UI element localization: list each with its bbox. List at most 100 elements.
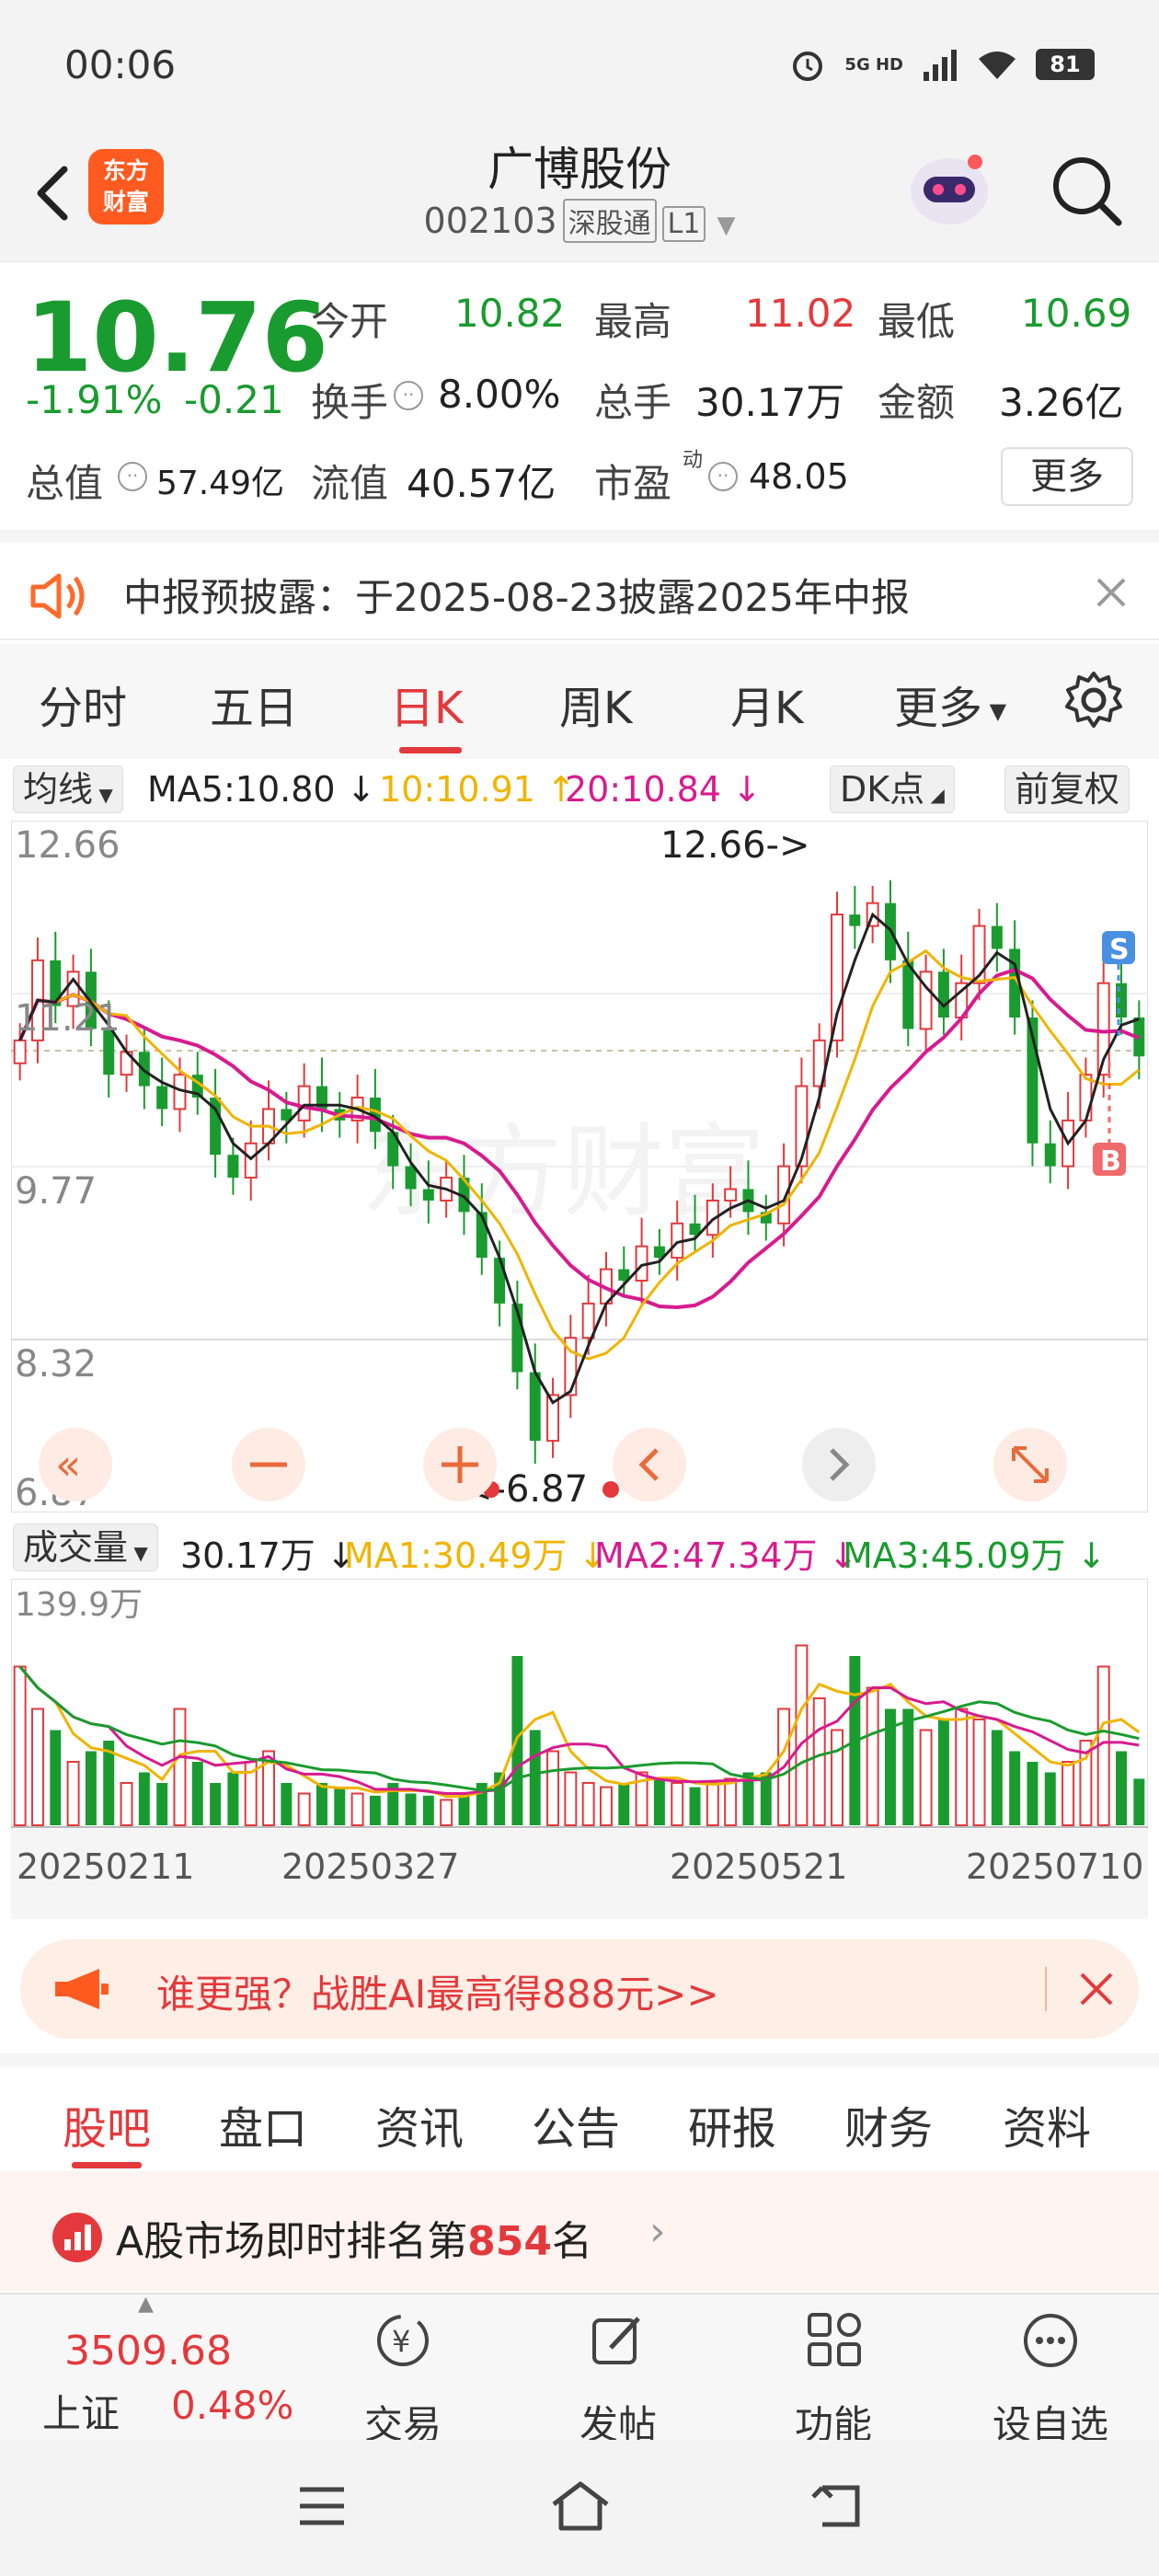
info-icon[interactable]: ··	[118, 462, 147, 491]
market-ranking[interactable]: A股市场即时排名第854名 ›	[0, 2171, 1159, 2291]
volume-ma3: MA3:45.09万 ↓	[843, 1535, 1107, 1576]
ma-legend: 均线 ▼ MA5:10.80 ↓ 10:10.91 ↑ 20:10.84 ↓ D…	[0, 762, 1159, 817]
high-value: 11.02	[745, 291, 856, 336]
home-icon[interactable]	[548, 2478, 613, 2534]
volume-bar	[866, 1686, 879, 1826]
svg-text:¥: ¥	[392, 2324, 410, 2359]
scroll-right-button[interactable]	[802, 1428, 876, 1501]
indicator-select[interactable]: 均线 ▼	[13, 765, 123, 813]
y-tick-2: 11.21	[15, 997, 120, 1040]
candle	[422, 1189, 434, 1201]
amount-label: 金额	[878, 380, 956, 425]
volume-chart[interactable]: 139.9万 20250211 20250327 20250521 202507…	[11, 1579, 1148, 1919]
megaphone-icon	[55, 1969, 109, 2009]
volume-bar	[173, 1708, 187, 1826]
index-name: 上证	[42, 2391, 120, 2436]
volume-bar	[972, 1719, 986, 1826]
volume-bar	[458, 1793, 470, 1825]
volume-bar	[831, 1729, 844, 1826]
ranking-prefix: A股市场即时排名第	[116, 2218, 468, 2265]
return-icon[interactable]	[809, 2480, 866, 2532]
double-left-icon: «	[55, 1440, 81, 1489]
tab-announcements[interactable]: 公告	[532, 2092, 620, 2156]
low-value: 10.69	[1021, 291, 1132, 336]
x-label-1: 20250211	[17, 1846, 194, 1887]
header: 东方财富 广博股份 002103 深股通 L1 ▼	[0, 129, 1159, 262]
tab-orderbook[interactable]: 盘口	[219, 2092, 307, 2156]
trade-icon: ¥	[377, 2315, 429, 2366]
chevron-right-icon: ›	[649, 2208, 666, 2255]
tab-profile[interactable]: 资料	[1003, 2092, 1091, 2156]
caret-down-icon: ▼	[982, 698, 1007, 724]
x-label-4: 20250710	[966, 1846, 1143, 1887]
volume-bar	[120, 1782, 133, 1826]
menu-icon[interactable]	[296, 2484, 348, 2528]
tab-more-label: 更多	[894, 683, 983, 734]
close-icon[interactable]	[1078, 1971, 1115, 2007]
volume-bar	[902, 1708, 914, 1825]
volume-max-label: 139.9万	[15, 1586, 143, 1624]
tab-forum[interactable]: 股吧	[63, 2092, 151, 2156]
bottom-nav: ▲ 3509.68 上证 0.48% ¥ 交易 发帖 功能 设自选	[0, 2293, 1159, 2447]
ma10-value: 10:10.91 ↑	[379, 769, 576, 810]
promo-banner[interactable]: 谁更强？战胜AI最高得888元>>	[20, 1939, 1139, 2039]
volume-bar	[618, 1783, 630, 1825]
candle	[937, 972, 949, 1018]
candlestick-chart[interactable]: 东方财富 12.66 11.21 9.77 8.32 6.87 12.66-> …	[11, 821, 1148, 1512]
more-button[interactable]: 更多	[1001, 447, 1133, 506]
candle	[831, 914, 844, 1041]
tab-monthly-k[interactable]: 月K	[730, 672, 803, 736]
notice-bar[interactable]: 中报预披露：于2025-08-23披露2025年中报	[0, 530, 1159, 640]
search-icon[interactable]	[1047, 151, 1126, 230]
scroll-left-button[interactable]	[613, 1428, 686, 1501]
volume-indicator-select[interactable]: 成交量 ▼	[13, 1524, 158, 1571]
low-marker	[602, 1481, 619, 1498]
close-icon[interactable]	[1093, 574, 1130, 611]
quote-panel: 10.76 -1.91% -0.21 今开 10.82 最高 11.02 最低 …	[0, 263, 1159, 530]
active-tab-indicator	[72, 2162, 142, 2168]
tab-five-day[interactable]: 五日	[210, 672, 298, 736]
tab-finance[interactable]: 财务	[844, 2092, 933, 2156]
tab-weekly-k[interactable]: 周K	[559, 672, 632, 736]
info-icon[interactable]: ··	[708, 462, 738, 491]
edit-icon	[592, 2317, 640, 2364]
content-tabs: 股吧 盘口 资讯 公告 研报 财务 资料	[0, 2053, 1159, 2171]
pe-label: 市盈	[594, 461, 672, 506]
tab-daily-k[interactable]: 日K	[390, 672, 463, 736]
ai-assistant-icon[interactable]	[903, 140, 995, 232]
chart-tabs: 分时 五日 日K 周K 月K 更多 ▼	[0, 644, 1159, 759]
volume-bar	[422, 1795, 434, 1825]
mktcap-value: 57.49亿	[156, 465, 285, 502]
info-icon[interactable]: ··	[394, 381, 423, 410]
tab-more[interactable]: 更多 ▼	[894, 672, 1006, 736]
tab-research[interactable]: 研报	[688, 2092, 776, 2156]
change-percent: -1.91%	[26, 377, 163, 422]
sell-signal-label: S	[1109, 934, 1130, 966]
volume-bar	[1027, 1762, 1039, 1825]
tab-news[interactable]: 资讯	[375, 2092, 464, 2156]
settings-icon[interactable]	[1061, 668, 1126, 732]
volume-bar	[689, 1787, 701, 1825]
high-label: 最高	[594, 299, 672, 344]
open-value: 10.82	[454, 291, 566, 336]
volume-bar	[991, 1730, 1003, 1825]
open-label: 今开	[311, 299, 389, 344]
volume-bar	[138, 1772, 150, 1825]
volume-bar	[156, 1783, 168, 1825]
amount-value: 3.26亿	[999, 380, 1124, 425]
tab-intraday[interactable]: 分时	[39, 672, 127, 736]
dk-point-select[interactable]: DK点 ◢	[830, 765, 955, 813]
candle	[297, 1085, 311, 1121]
candle	[494, 1258, 506, 1304]
volume-ma2: MA2:47.34万 ↓	[594, 1535, 858, 1576]
watermark: 东方财富	[361, 1116, 765, 1229]
adjust-select[interactable]: 前复权	[1004, 765, 1130, 813]
volume-bar	[955, 1708, 969, 1826]
candle	[1044, 1143, 1056, 1167]
volume-bar	[30, 1708, 44, 1826]
signal-icon	[924, 50, 957, 81]
volume-bar	[546, 1750, 560, 1826]
index-value: 3509.68	[64, 2328, 232, 2375]
volume-bar	[369, 1795, 381, 1825]
index-ticker[interactable]: ▲ 3509.68 上证 0.48%	[0, 2293, 313, 2442]
